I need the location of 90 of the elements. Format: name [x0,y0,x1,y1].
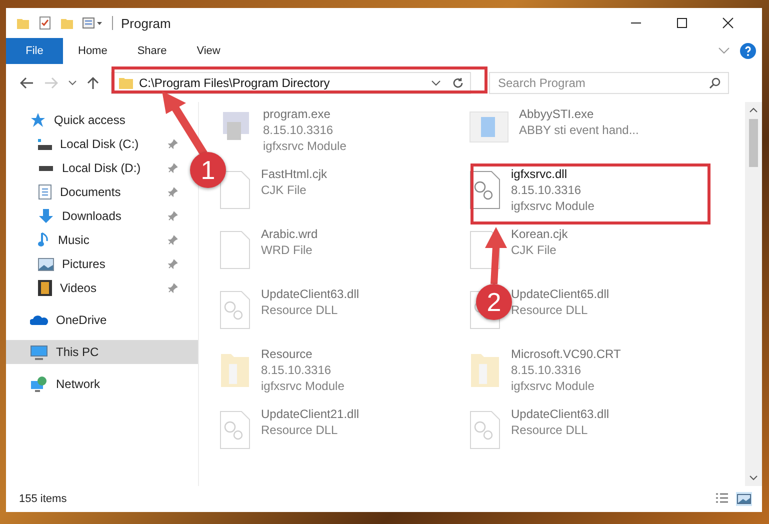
film-icon [38,280,52,296]
document-icon [38,184,52,200]
item-count: 155 items [19,493,67,505]
folder-icon [118,76,134,90]
back-arrow-icon[interactable] [20,77,34,89]
sidebar-item[interactable]: OneDrive [6,308,198,332]
arrow [162,91,208,156]
search-icon[interactable] [709,77,721,89]
close-icon[interactable] [722,17,734,29]
file-detail: Resource DLL [261,302,339,318]
window-title: Program [121,16,171,30]
file-detail: igfxsrvc Module [261,378,344,394]
sidebar-item[interactable]: Quick access [6,108,198,132]
document-icon [469,170,501,210]
file-detail: igfxsrvc Module [511,378,596,394]
chevron-down-icon[interactable] [431,80,441,86]
application-icon [469,110,509,144]
scroll-up-icon[interactable] [749,107,758,113]
pin-icon[interactable] [168,259,178,269]
file-detail: CJK File [511,242,558,258]
file-detail: Resource DLL [511,302,589,318]
sidebar-item[interactable]: Music [6,228,186,252]
sidebar-item[interactable]: Downloads [6,204,186,228]
properties-icon[interactable] [38,16,52,30]
pin-icon[interactable] [168,139,178,149]
document-icon [219,410,251,450]
file-detail: 8.15.10.3316 [511,362,582,378]
refresh-icon[interactable] [452,77,464,89]
up-arrow-icon[interactable] [87,76,99,90]
ribbon-tab[interactable]: File [6,38,63,64]
file-name[interactable]: UpdateClient63.dll [511,406,610,422]
document-icon [219,230,251,270]
music-note-icon [38,232,50,248]
file-detail: Resource DLL [261,422,339,438]
file-name[interactable]: Resource [261,346,344,362]
star-icon [30,112,46,128]
sidebar-item[interactable]: Local Disk (C:) [6,132,186,156]
sidebar-item[interactable]: Videos [6,276,186,300]
down-arrow-icon [38,208,54,224]
sidebar-item[interactable]: Network [6,372,198,396]
scrollbar-thumb[interactable] [749,119,758,167]
address-bar[interactable]: C:\Program Files\Program Directory [111,72,471,94]
chevron-down-icon[interactable] [68,80,77,86]
ribbon-tab[interactable]: Share [122,38,182,64]
sidebar-item[interactable]: Pictures [6,252,186,276]
file-name[interactable]: program.exe [263,106,346,122]
file-name[interactable]: Arabic.wrd [261,226,318,242]
ribbon-tab[interactable]: View [182,38,236,64]
ribbon-tab[interactable]: Home [63,38,122,64]
file-detail: CJK File [261,182,308,198]
pin-icon[interactable] [168,283,178,293]
scroll-down-icon[interactable] [749,475,758,481]
sidebar-item[interactable]: Documents [6,180,186,204]
file-detail: WRD File [261,242,314,258]
drive-icon [39,166,53,170]
file-name[interactable]: igfxsrvc.dll [511,166,594,182]
pin-icon[interactable] [168,211,178,221]
file-name[interactable]: AbbyySTI.exe [519,106,639,122]
monitor-icon [30,344,48,360]
file-detail: 8.15.10.3316 [511,182,582,198]
arrow [485,227,507,284]
file-name[interactable]: FastHtml.cjk [261,166,327,182]
file-detail: ABBY sti event hand... [519,122,639,138]
sidebar-item[interactable]: Local Disk (D:) [6,156,186,180]
file-detail: igfxsrvc Module [511,198,594,214]
sidebar-item-selected[interactable]: This PC [6,340,198,364]
document-icon [469,410,501,450]
pin-icon[interactable] [168,235,178,245]
file-name[interactable]: UpdateClient65.dll [511,286,610,302]
file-detail: Resource DLL [511,422,589,438]
document-icon [219,290,251,330]
file-detail: 8.15.10.3316 [263,122,334,138]
file-name[interactable]: UpdateClient63.dll [261,286,360,302]
pin-icon[interactable] [168,163,178,173]
large-icons-view-icon[interactable] [736,492,752,506]
pin-icon[interactable] [168,187,178,197]
customize-toolbar-icon[interactable] [82,16,104,30]
help-icon[interactable] [740,43,756,59]
document-icon [219,170,251,210]
file-name[interactable]: Korean.cjk [511,226,568,242]
cloud-icon [30,314,48,326]
search-field[interactable]: Search Program [489,72,729,94]
picture-icon [38,258,54,270]
file-name[interactable]: Microsoft.VC90.CRT [511,346,621,362]
network-icon [30,376,48,392]
drive-icon [38,138,52,150]
file-detail: 8.15.10.3316 [261,362,332,378]
file-detail: igfxsrvc Module [263,138,346,154]
file-name[interactable]: UpdateClient21.dll [261,406,360,422]
maximize-icon[interactable] [676,17,688,29]
